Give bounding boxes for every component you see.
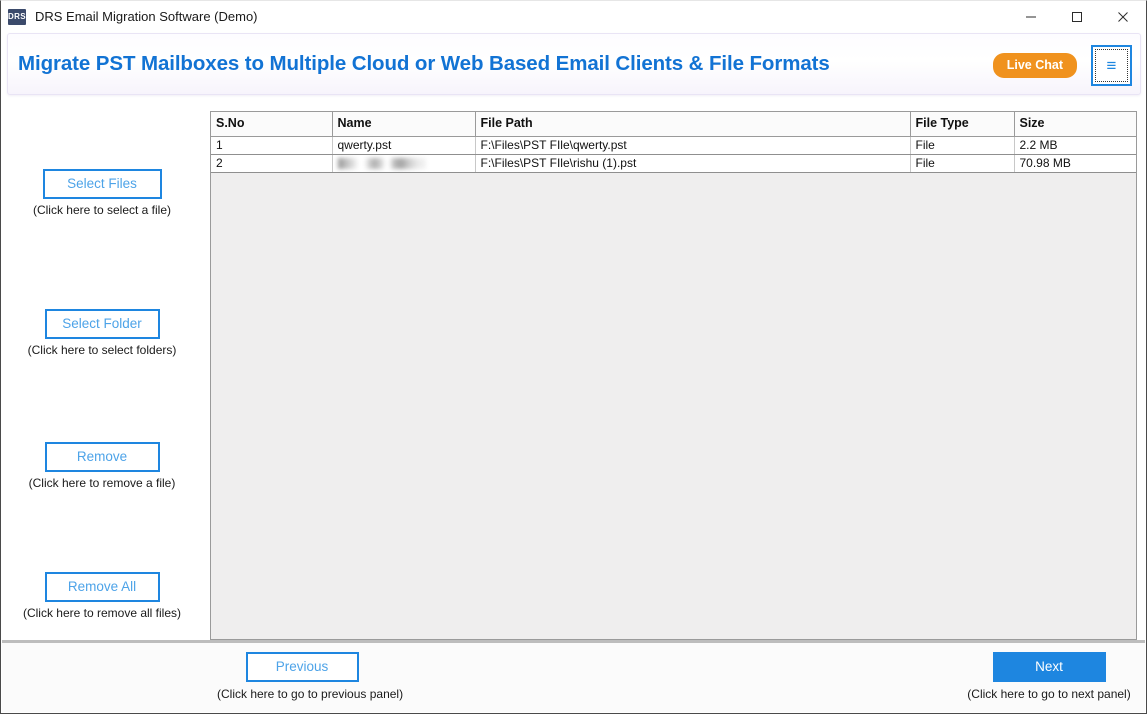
previous-group: Previous (Click here to go to previous p…	[217, 652, 404, 701]
table-body: 1 qwerty.pst F:\Files\PST FIle\qwerty.ps…	[211, 136, 1136, 173]
sidebar-group-select-folder: Select Folder (Click here to select fold…	[2, 309, 202, 357]
table-row[interactable]: 1 qwerty.pst F:\Files\PST FIle\qwerty.ps…	[211, 136, 1136, 155]
select-folder-button[interactable]: Select Folder	[44, 309, 160, 339]
column-header-type[interactable]: File Type	[910, 112, 1015, 137]
close-icon[interactable]	[1100, 1, 1146, 32]
footer-bar: Previous (Click here to go to previous p…	[2, 640, 1145, 712]
title-bar: DRS DRS Email Migration Software (Demo)	[1, 1, 1146, 32]
cell-type: File	[910, 154, 1015, 173]
previous-button[interactable]: Previous	[245, 652, 359, 682]
window-controls	[1008, 1, 1146, 32]
hamburger-icon[interactable]: ≡	[1091, 44, 1132, 86]
file-list-panel: S.No Name File Path File Type Size 1 qwe…	[210, 111, 1137, 640]
minimize-icon[interactable]	[1008, 1, 1054, 32]
redaction-blur	[337, 157, 426, 169]
previous-hint: (Click here to go to previous panel)	[217, 687, 404, 701]
remove-button[interactable]: Remove	[44, 442, 160, 472]
sidebar: Select Files (Click here to select a fil…	[2, 101, 202, 637]
window-title: DRS Email Migration Software (Demo)	[35, 9, 258, 24]
cell-size: 2.2 MB	[1014, 136, 1136, 155]
select-folder-hint: (Click here to select folders)	[27, 343, 177, 357]
remove-hint: (Click here to remove a file)	[28, 476, 176, 490]
cell-sno: 1	[211, 136, 333, 155]
cell-path: F:\Files\PST FIle\qwerty.pst	[475, 136, 911, 155]
table-header: S.No Name File Path File Type Size	[211, 112, 1136, 137]
application-window: DRS DRS Email Migration Software (Demo) …	[0, 0, 1147, 714]
banner-actions: Live Chat ≡	[992, 34, 1132, 96]
column-header-sno[interactable]: S.No	[211, 112, 333, 137]
next-button[interactable]: Next	[992, 652, 1106, 682]
cell-sno: 2	[211, 154, 333, 173]
column-header-size[interactable]: Size	[1014, 112, 1136, 137]
file-table: S.No Name File Path File Type Size 1 qwe…	[211, 112, 1136, 173]
column-header-path[interactable]: File Path	[475, 112, 911, 137]
live-chat-button[interactable]: Live Chat	[992, 52, 1077, 78]
next-hint: (Click here to go to next panel)	[967, 687, 1131, 701]
remove-all-hint: (Click here to remove all files)	[22, 606, 182, 620]
cell-size: 70.98 MB	[1014, 154, 1136, 173]
select-files-button[interactable]: Select Files	[42, 169, 162, 199]
cell-type: File	[910, 136, 1015, 155]
header-banner: Migrate PST Mailboxes to Multiple Cloud …	[7, 33, 1141, 95]
hamburger-glyph: ≡	[1106, 55, 1117, 75]
maximize-icon[interactable]	[1054, 1, 1100, 32]
cell-name-redacted	[332, 154, 476, 173]
remove-all-button[interactable]: Remove All	[44, 572, 160, 602]
app-icon: DRS	[8, 8, 26, 25]
cell-path: F:\Files\PST FIle\rishu (1).pst	[475, 154, 911, 173]
table-header-row: S.No Name File Path File Type Size	[211, 112, 1136, 137]
next-group: Next (Click here to go to next panel)	[964, 652, 1134, 701]
page-title: Migrate PST Mailboxes to Multiple Cloud …	[18, 52, 830, 75]
sidebar-group-remove-all: Remove All (Click here to remove all fil…	[2, 572, 202, 620]
select-files-hint: (Click here to select a file)	[32, 203, 172, 217]
sidebar-group-select-files: Select Files (Click here to select a fil…	[2, 169, 202, 217]
sidebar-group-remove: Remove (Click here to remove a file)	[2, 442, 202, 490]
table-row[interactable]: 2 F:\Files\PST FIle\rishu (1).pst File 7…	[211, 154, 1136, 173]
cell-name: qwerty.pst	[332, 136, 476, 155]
column-header-name[interactable]: Name	[332, 112, 476, 137]
